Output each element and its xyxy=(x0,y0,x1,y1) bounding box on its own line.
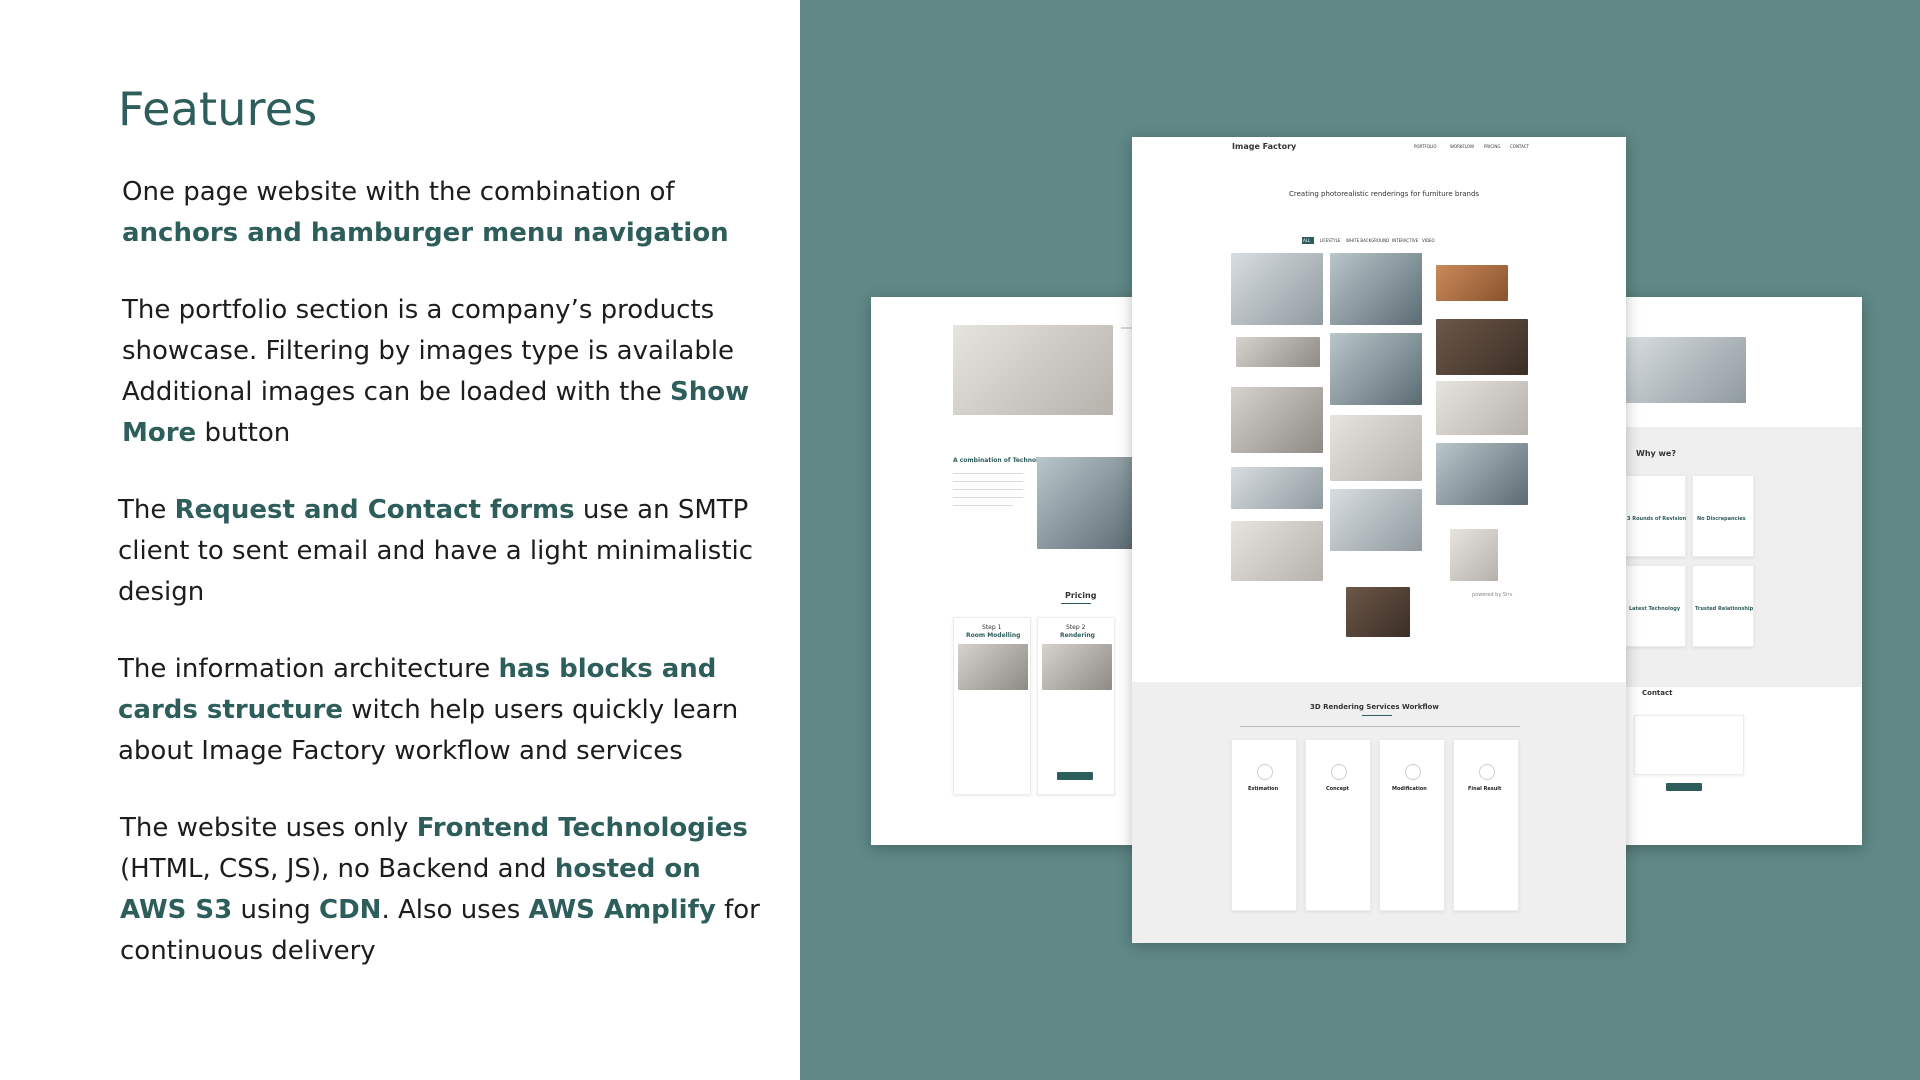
nav-workflow[interactable]: WORKFLOW xyxy=(1450,144,1474,149)
pricing-title: Pricing xyxy=(1065,591,1097,600)
request-quote-button[interactable] xyxy=(1057,772,1093,780)
card-relationship: Trusted Relationship xyxy=(1692,565,1754,647)
why-title: Why we? xyxy=(1636,449,1676,458)
features-title: Features xyxy=(118,82,318,136)
mockup-screenshot-main: Image Factory PORTFOLIO WORKFLOW PRICING… xyxy=(1132,137,1626,943)
portfolio-image[interactable] xyxy=(1330,253,1422,325)
nav-contact[interactable]: CONTACT xyxy=(1510,144,1529,149)
filter-lifestyle[interactable]: LIFESTYLE xyxy=(1320,238,1340,243)
workflow-card-concept: Concept xyxy=(1305,739,1371,911)
office-image xyxy=(1626,337,1746,403)
feature-portfolio: The portfolio section is a company’s pro… xyxy=(122,295,750,448)
mockup-screenshot-left: A combination of Technology and Creativi… xyxy=(871,297,1136,845)
portfolio-image[interactable] xyxy=(1436,319,1528,375)
workflow-title: 3D Rendering Services Workflow xyxy=(1310,703,1439,711)
send-message-button[interactable] xyxy=(1666,783,1702,791)
portfolio-image[interactable] xyxy=(1330,489,1422,551)
portfolio-image[interactable] xyxy=(1436,443,1528,505)
tagline: Creating photorealistic renderings for f… xyxy=(1289,190,1480,198)
card-technology: Latest Technology xyxy=(1624,565,1686,647)
workflow-card-estimation: Estimation xyxy=(1231,739,1297,911)
portfolio-image[interactable] xyxy=(1231,521,1323,581)
nav-portfolio[interactable]: PORTFOLIO xyxy=(1414,144,1437,149)
feature-navigation: One page website with the combination of… xyxy=(122,177,729,248)
step-2-card: Step 2 Rendering xyxy=(1037,617,1115,795)
portfolio-image[interactable] xyxy=(1231,387,1323,453)
step-1-card: Step 1 Room Modelling xyxy=(953,617,1031,795)
workflow-card-final-result: Final Result xyxy=(1453,739,1519,911)
portfolio-image[interactable] xyxy=(1450,529,1498,581)
filter-interactive[interactable]: INTERACTIVE xyxy=(1392,238,1418,243)
contact-title: Contact xyxy=(1642,689,1673,697)
portfolio-image[interactable] xyxy=(1436,381,1528,435)
contact-form xyxy=(1634,715,1744,775)
portfolio-image[interactable] xyxy=(1330,415,1422,481)
mockup-screenshot-right: Why we? 3 Rounds of Revision No Discrepa… xyxy=(1600,297,1862,845)
portfolio-image[interactable] xyxy=(1236,337,1320,367)
card-revision: 3 Rounds of Revision xyxy=(1624,475,1686,557)
portfolio-image[interactable] xyxy=(1231,467,1323,509)
portfolio-image[interactable] xyxy=(1436,265,1508,301)
portfolio-image[interactable] xyxy=(1346,587,1410,637)
bathroom-image xyxy=(953,325,1113,415)
workflow-card-modification: Modification xyxy=(1379,739,1445,911)
filter-white-bg[interactable]: WHITE BACKGROUND xyxy=(1346,238,1389,243)
filter-video[interactable]: VIDEO xyxy=(1422,238,1435,243)
feature-forms: The Request and Contact forms use an SMT… xyxy=(118,495,754,607)
portfolio-image[interactable] xyxy=(1330,333,1422,405)
feature-technologies: The website uses only Frontend Technolog… xyxy=(120,813,760,966)
card-discrepancies: No Discrepancies xyxy=(1692,475,1754,557)
nav-pricing[interactable]: PRICING xyxy=(1484,144,1500,149)
features-panel: Features One page website with the combi… xyxy=(0,0,800,1080)
powered-by-sirv: powered by Sirv xyxy=(1472,592,1513,598)
portfolio-image[interactable] xyxy=(1231,253,1323,325)
feature-architecture: The information architecture has blocks … xyxy=(118,654,739,766)
mockup-panel: A combination of Technology and Creativi… xyxy=(800,0,1920,1080)
sink-image xyxy=(1037,457,1136,549)
brand-logo: Image Factory xyxy=(1232,142,1297,151)
